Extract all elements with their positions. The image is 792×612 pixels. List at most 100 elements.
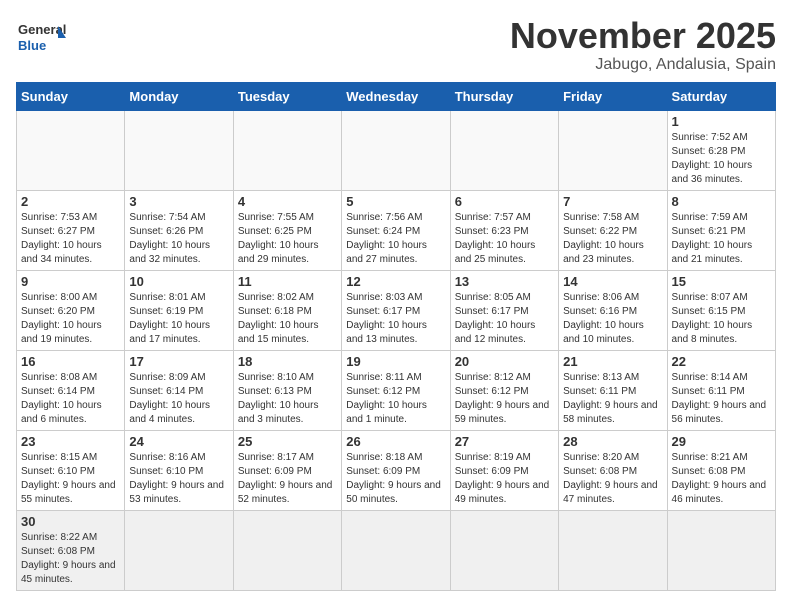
day-info: Sunrise: 8:06 AM Sunset: 6:16 PM Dayligh… [563,291,662,347]
calendar-cell: 5Sunrise: 7:56 AM Sunset: 6:24 PM Daylig… [342,190,450,270]
calendar-table: Sunday Monday Tuesday Wednesday Thursday… [16,82,776,591]
calendar-cell: 21Sunrise: 8:13 AM Sunset: 6:11 PM Dayli… [559,350,667,430]
day-number: 20 [455,354,554,369]
day-number: 17 [129,354,228,369]
calendar-cell [233,110,341,190]
day-info: Sunrise: 8:21 AM Sunset: 6:08 PM Dayligh… [672,451,771,507]
calendar-cell: 22Sunrise: 8:14 AM Sunset: 6:11 PM Dayli… [667,350,775,430]
day-info: Sunrise: 8:16 AM Sunset: 6:10 PM Dayligh… [129,451,228,507]
day-number: 7 [563,194,662,209]
logo-svg: General Blue [16,16,66,60]
day-info: Sunrise: 8:17 AM Sunset: 6:09 PM Dayligh… [238,451,337,507]
title-area: November 2025 Jabugo, Andalusia, Spain [510,16,776,74]
calendar-header: General Blue November 2025 Jabugo, Andal… [16,16,776,74]
header-sunday: Sunday [17,82,125,110]
day-number: 1 [672,114,771,129]
calendar-cell: 15Sunrise: 8:07 AM Sunset: 6:15 PM Dayli… [667,270,775,350]
day-info: Sunrise: 8:01 AM Sunset: 6:19 PM Dayligh… [129,291,228,347]
calendar-cell: 8 Sunrise: 7:59 AM Sunset: 6:21 PM Daylig… [667,190,775,270]
calendar-week-2: 2Sunrise: 7:53 AM Sunset: 6:27 PM Daylig… [17,190,776,270]
day-info: Sunrise: 8:14 AM Sunset: 6:11 PM Dayligh… [672,371,771,427]
calendar-cell: 9 Sunrise: 8:00 AM Sunset: 6:20 PM Daylig… [17,270,125,350]
day-number: 16 [21,354,120,369]
header-wednesday: Wednesday [342,82,450,110]
calendar-week-4: 16 Sunrise: 8:08 AM Sunset: 6:14 PM Dayli… [17,350,776,430]
day-number: 15 [672,274,771,289]
day-number: 6 [455,194,554,209]
calendar-cell [233,510,341,590]
calendar-cell [559,110,667,190]
calendar-cell: 10 Sunrise: 8:01 AM Sunset: 6:19 PM Dayli… [125,270,233,350]
header-monday: Monday [125,82,233,110]
calendar-week-3: 9 Sunrise: 8:00 AM Sunset: 6:20 PM Daylig… [17,270,776,350]
calendar-cell: 26Sunrise: 8:18 AM Sunset: 6:09 PM Dayli… [342,430,450,510]
calendar-subtitle: Jabugo, Andalusia, Spain [510,56,776,74]
calendar-title: November 2025 [510,16,776,56]
calendar-cell [559,510,667,590]
day-number: 27 [455,434,554,449]
day-number: 5 [346,194,445,209]
day-number: 10 [129,274,228,289]
calendar-cell [125,110,233,190]
day-number: 13 [455,274,554,289]
day-info: Sunrise: 8:19 AM Sunset: 6:09 PM Dayligh… [455,451,554,507]
calendar-cell [125,510,233,590]
day-info: Sunrise: 7:55 AM Sunset: 6:25 PM Dayligh… [238,211,337,267]
calendar-cell [450,510,558,590]
day-info: Sunrise: 8:02 AM Sunset: 6:18 PM Dayligh… [238,291,337,347]
day-number: 30 [21,514,120,529]
calendar-week-5: 23Sunrise: 8:15 AM Sunset: 6:10 PM Dayli… [17,430,776,510]
calendar-cell: 30Sunrise: 8:22 AM Sunset: 6:08 PM Dayli… [17,510,125,590]
header-friday: Friday [559,82,667,110]
day-number: 28 [563,434,662,449]
day-info: Sunrise: 8:08 AM Sunset: 6:14 PM Dayligh… [21,371,120,427]
day-number: 24 [129,434,228,449]
calendar-cell: 2Sunrise: 7:53 AM Sunset: 6:27 PM Daylig… [17,190,125,270]
calendar-cell: 1 Sunrise: 7:52 AM Sunset: 6:28 PM Daylig… [667,110,775,190]
calendar-cell [342,110,450,190]
day-info: Sunrise: 8:05 AM Sunset: 6:17 PM Dayligh… [455,291,554,347]
calendar-cell [667,510,775,590]
calendar-cell: 18 Sunrise: 8:10 AM Sunset: 6:13 PM Dayli… [233,350,341,430]
calendar-cell: 6 Sunrise: 7:57 AM Sunset: 6:23 PM Daylig… [450,190,558,270]
day-info: Sunrise: 7:58 AM Sunset: 6:22 PM Dayligh… [563,211,662,267]
calendar-cell: 25Sunrise: 8:17 AM Sunset: 6:09 PM Dayli… [233,430,341,510]
calendar-cell: 17Sunrise: 8:09 AM Sunset: 6:14 PM Dayli… [125,350,233,430]
day-info: Sunrise: 8:12 AM Sunset: 6:12 PM Dayligh… [455,371,554,427]
calendar-cell: 24 Sunrise: 8:16 AM Sunset: 6:10 PM Dayli… [125,430,233,510]
header-tuesday: Tuesday [233,82,341,110]
calendar-week-6: 30Sunrise: 8:22 AM Sunset: 6:08 PM Dayli… [17,510,776,590]
day-number: 9 [21,274,120,289]
day-number: 4 [238,194,337,209]
day-info: Sunrise: 7:52 AM Sunset: 6:28 PM Dayligh… [672,131,771,187]
calendar-cell: 29Sunrise: 8:21 AM Sunset: 6:08 PM Dayli… [667,430,775,510]
calendar-cell: 16 Sunrise: 8:08 AM Sunset: 6:14 PM Dayli… [17,350,125,430]
calendar-cell: 12 Sunrise: 8:03 AM Sunset: 6:17 PM Dayli… [342,270,450,350]
day-info: Sunrise: 7:59 AM Sunset: 6:21 PM Dayligh… [672,211,771,267]
day-info: Sunrise: 8:10 AM Sunset: 6:13 PM Dayligh… [238,371,337,427]
day-number: 8 [672,194,771,209]
calendar-week-1: 1 Sunrise: 7:52 AM Sunset: 6:28 PM Daylig… [17,110,776,190]
calendar-cell: 14Sunrise: 8:06 AM Sunset: 6:16 PM Dayli… [559,270,667,350]
calendar-cell: 28 Sunrise: 8:20 AM Sunset: 6:08 PM Dayli… [559,430,667,510]
day-number: 11 [238,274,337,289]
calendar-cell: 23Sunrise: 8:15 AM Sunset: 6:10 PM Dayli… [17,430,125,510]
day-number: 18 [238,354,337,369]
calendar-cell: 13 Sunrise: 8:05 AM Sunset: 6:17 PM Dayli… [450,270,558,350]
day-info: Sunrise: 7:57 AM Sunset: 6:23 PM Dayligh… [455,211,554,267]
day-number: 23 [21,434,120,449]
day-number: 12 [346,274,445,289]
calendar-body: 1 Sunrise: 7:52 AM Sunset: 6:28 PM Daylig… [17,110,776,590]
calendar-cell: 11 Sunrise: 8:02 AM Sunset: 6:18 PM Dayli… [233,270,341,350]
header-thursday: Thursday [450,82,558,110]
day-info: Sunrise: 8:20 AM Sunset: 6:08 PM Dayligh… [563,451,662,507]
day-info: Sunrise: 8:18 AM Sunset: 6:09 PM Dayligh… [346,451,445,507]
calendar-cell [17,110,125,190]
day-info: Sunrise: 8:03 AM Sunset: 6:17 PM Dayligh… [346,291,445,347]
calendar-cell [450,110,558,190]
calendar-header-row: Sunday Monday Tuesday Wednesday Thursday… [17,82,776,110]
calendar-cell: 20 Sunrise: 8:12 AM Sunset: 6:12 PM Dayli… [450,350,558,430]
day-info: Sunrise: 8:11 AM Sunset: 6:12 PM Dayligh… [346,371,445,427]
day-info: Sunrise: 8:00 AM Sunset: 6:20 PM Dayligh… [21,291,120,347]
day-number: 21 [563,354,662,369]
